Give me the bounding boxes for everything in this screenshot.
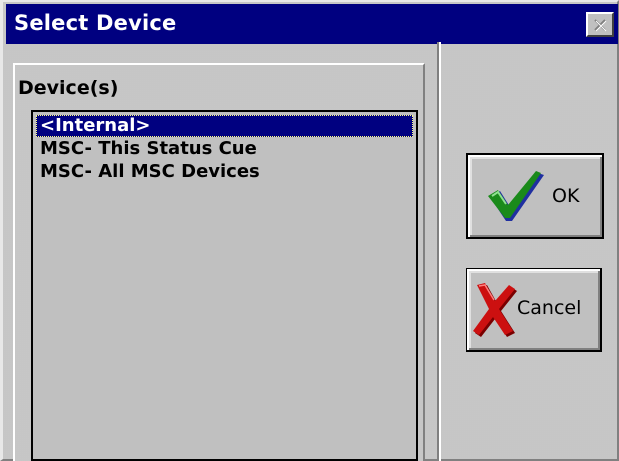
list-item[interactable]: <Internal> (36, 115, 413, 137)
red-x-icon (471, 283, 519, 343)
close-button[interactable] (586, 12, 614, 37)
ok-button[interactable]: OK (466, 153, 604, 239)
device-listbox[interactable]: <Internal> MSC- This Status Cue MSC- All… (31, 110, 418, 461)
list-item[interactable]: MSC- All MSC Devices (36, 161, 260, 183)
window-title: Select Device (14, 11, 177, 35)
panel-divider (437, 42, 441, 461)
cancel-label: Cancel (517, 297, 582, 319)
checkmark-icon (486, 167, 546, 229)
ok-label: OK (552, 185, 580, 207)
close-icon (592, 18, 608, 32)
list-item[interactable]: MSC- This Status Cue (36, 138, 257, 160)
title-bar[interactable]: Select Device (6, 4, 618, 44)
cancel-button[interactable]: Cancel (466, 268, 602, 352)
devices-label: Device(s) (18, 77, 119, 99)
